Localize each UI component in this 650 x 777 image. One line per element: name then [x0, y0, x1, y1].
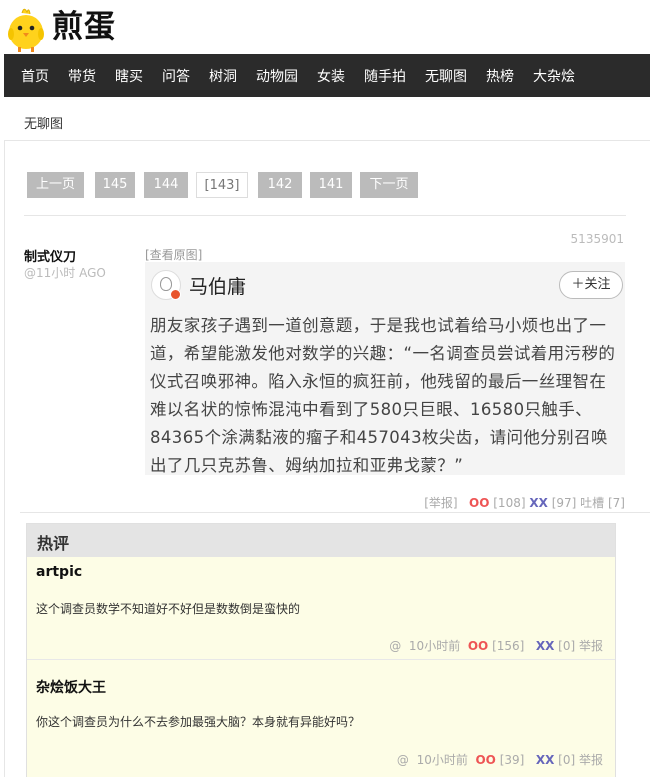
- breadcrumb: 无聊图: [24, 117, 64, 132]
- nav-item-nvzhuang[interactable]: 女装: [317, 66, 345, 86]
- nav-item-wenda[interactable]: 问答: [162, 66, 190, 86]
- nav-item-dazahui[interactable]: 大杂烩: [533, 66, 575, 86]
- prev-page-button[interactable]: 上一页: [27, 172, 84, 198]
- xx-button[interactable]: XX: [536, 639, 555, 653]
- divider: [27, 659, 615, 660]
- divider: [20, 512, 650, 513]
- oo-button[interactable]: OO: [468, 639, 488, 653]
- comment-text: 你这个调查员为什么不去参加最强大脑？本身就有异能好吗？: [36, 715, 361, 729]
- hot-comments-title: 热评: [37, 534, 70, 553]
- tucao-link[interactable]: 吐槽 [7]: [580, 496, 625, 510]
- comment-meta: @ 10小时前 OO [39] XX [0] 举报: [397, 751, 603, 768]
- main-nav: 首页 带货 瞎买 问答 树洞 动物园 女装 随手拍 无聊图 热榜 大杂烩: [4, 54, 650, 97]
- comment-time: 10小时前: [408, 639, 461, 653]
- page-link-142[interactable]: 142: [258, 172, 302, 198]
- verified-badge-icon: [170, 289, 181, 300]
- nav-item-xiamai[interactable]: 瞎买: [115, 66, 143, 86]
- comment-author[interactable]: artpic: [36, 564, 82, 580]
- at-link[interactable]: @: [397, 753, 409, 767]
- post-time: @11小时 AGO: [24, 266, 106, 280]
- divider: [24, 215, 626, 216]
- comment-text: 这个调查员数学不知道好不好但是数数倒是蛮快的: [36, 602, 301, 616]
- comment-meta: @ 10小时前 OO [156] XX [0] 举报: [389, 637, 603, 654]
- face-icon: [160, 277, 172, 291]
- nav-item-zoo[interactable]: 动物园: [256, 66, 298, 86]
- post-author[interactable]: 制式仪刀: [24, 246, 76, 265]
- follow-button: ＋关注: [559, 271, 623, 299]
- nav-item-shudong[interactable]: 树洞: [209, 66, 237, 86]
- divider: [4, 140, 650, 141]
- hot-comments-header: 热评: [27, 524, 615, 557]
- hot-comments: 热评 artpic 这个调查员数学不知道好不好但是数数倒是蛮快的 @ 10小时前…: [26, 523, 616, 777]
- oo-count: [39]: [499, 753, 525, 767]
- divider: [4, 140, 5, 777]
- at-link[interactable]: @: [389, 639, 401, 653]
- chick-icon[interactable]: [4, 4, 48, 52]
- weibo-username: 马伯庸: [189, 276, 247, 298]
- xx-count: [97]: [551, 496, 577, 510]
- site-brand[interactable]: 煎蛋: [52, 8, 116, 46]
- comment-author[interactable]: 杂烩饭大王: [36, 677, 106, 697]
- xx-count: [0]: [558, 753, 576, 767]
- oo-count: [108]: [493, 496, 526, 510]
- nav-item-rebang[interactable]: 热榜: [486, 66, 514, 86]
- page-link-144[interactable]: 144: [144, 172, 188, 198]
- current-page: [143]: [196, 172, 248, 198]
- xx-button[interactable]: XX: [536, 753, 555, 767]
- oo-count: [156]: [492, 639, 525, 653]
- weibo-text: 朋友家孩子遇到一道创意题，于是我也试着给马小烦也出了一道，希望能激发他对数学的兴…: [150, 316, 616, 475]
- post-image: 马伯庸 ＋关注 朋友家孩子遇到一道创意题，于是我也试着给马小烦也出了一道，希望能…: [145, 262, 625, 475]
- post-id[interactable]: 5135901: [560, 232, 624, 246]
- post-actions: [举报] OO [108] XX [97] 吐槽 [7]: [300, 494, 625, 511]
- nav-item-daihuo[interactable]: 带货: [68, 66, 96, 86]
- view-original-link[interactable]: [查看原图]: [145, 246, 202, 263]
- report-link[interactable]: [举报]: [424, 496, 457, 510]
- comment-time: 10小时前: [416, 753, 468, 767]
- report-link[interactable]: 举报: [579, 639, 603, 653]
- nav-item-home[interactable]: 首页: [21, 66, 49, 86]
- page-link-141[interactable]: 141: [310, 172, 352, 198]
- oo-button[interactable]: OO: [475, 753, 495, 767]
- report-link[interactable]: 举报: [579, 753, 603, 767]
- next-page-button[interactable]: 下一页: [360, 172, 418, 198]
- nav-item-wuliaotu[interactable]: 无聊图: [425, 66, 467, 86]
- page-link-145[interactable]: 145: [95, 172, 135, 198]
- oo-button[interactable]: OO: [469, 496, 489, 510]
- xx-count: [0]: [558, 639, 576, 653]
- nav-item-suishoupai[interactable]: 随手拍: [364, 66, 406, 86]
- xx-button[interactable]: XX: [529, 496, 548, 510]
- site-header: 煎蛋: [0, 0, 650, 54]
